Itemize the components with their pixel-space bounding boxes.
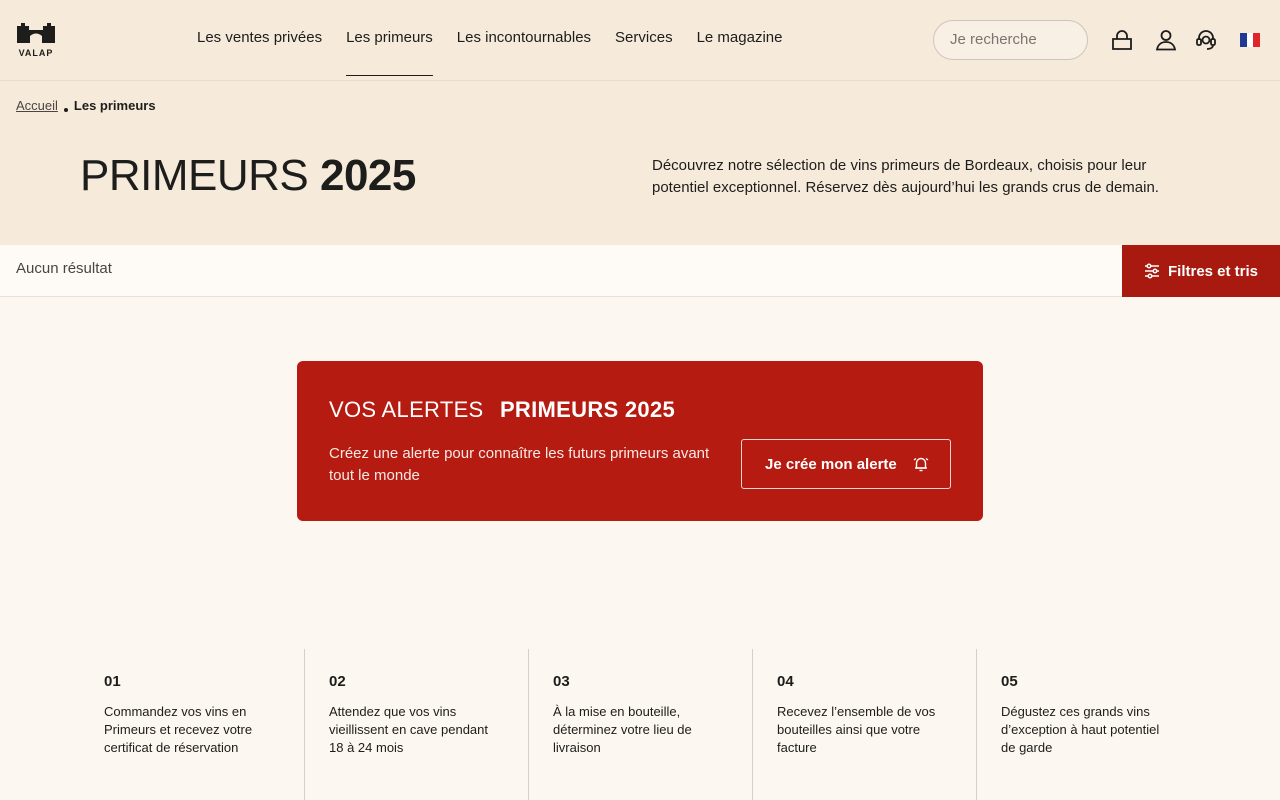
main-nav: Les ventes privées Les primeurs Les inco… xyxy=(197,0,806,80)
bag-icon[interactable] xyxy=(1110,28,1134,52)
bell-icon xyxy=(913,457,929,472)
hero-section: PRIMEURS 2025 Découvrez notre sélection … xyxy=(0,81,1280,245)
alert-title: VOS ALERTES PRIMEURS 2025 xyxy=(329,397,675,423)
primeur-steps: 01 Commandez vos vins en Primeurs et rec… xyxy=(80,649,1200,800)
nav-item-incontournables[interactable]: Les incontournables xyxy=(457,0,591,80)
step-item: 05 Dégustez ces grands vins d’exception … xyxy=(976,649,1200,800)
step-number: 03 xyxy=(553,673,570,690)
search-input[interactable]: Je recherche xyxy=(933,20,1088,60)
filters-button-label: Filtres et tris xyxy=(1167,262,1259,280)
nav-item-ventes-privees[interactable]: Les ventes privées xyxy=(197,0,322,80)
alert-title-bold: PRIMEURS 2025 xyxy=(499,397,676,422)
step-number: 02 xyxy=(329,673,346,690)
step-number: 01 xyxy=(104,673,121,690)
site-header: VALAP Les ventes privées Les primeurs Le… xyxy=(0,0,1280,81)
breadcrumb-separator xyxy=(63,107,68,112)
step-text: Recevez l’ensemble de vos bouteilles ain… xyxy=(777,704,936,755)
valap-logo[interactable]: VALAP xyxy=(16,22,56,58)
alert-title-light: VOS ALERTES xyxy=(329,397,484,422)
sliders-icon xyxy=(1144,263,1159,279)
page-title: PRIMEURS 2025 xyxy=(80,151,416,201)
filters-button[interactable]: Filtres et tris xyxy=(1122,245,1280,297)
hero-description: Découvrez notre sélection de vins primeu… xyxy=(652,157,1159,196)
alert-card: VOS ALERTES PRIMEURS 2025 Créez une aler… xyxy=(297,361,983,521)
result-count: Aucun résultat xyxy=(16,260,112,277)
breadcrumb: Accueil Les primeurs xyxy=(16,98,156,113)
step-item: 04 Recevez l’ensemble de vos bouteilles … xyxy=(752,649,976,800)
support-icon[interactable] xyxy=(1194,28,1218,52)
step-number: 05 xyxy=(1001,673,1018,690)
user-icon[interactable] xyxy=(1154,28,1178,52)
page-title-year: 2025 xyxy=(319,151,416,200)
logo-text: VALAP xyxy=(18,48,54,58)
step-item: 03 À la mise en bouteille, déterminez vo… xyxy=(528,649,752,800)
french-flag-icon[interactable] xyxy=(1240,33,1260,47)
nav-item-magazine[interactable]: Le magazine xyxy=(697,0,783,80)
alert-description: Créez une alerte pour connaître les futu… xyxy=(329,445,710,484)
results-toolbar: Aucun résultat Filtres et tris xyxy=(0,245,1280,297)
step-text: Dégustez ces grands vins d’exception à h… xyxy=(1001,704,1160,755)
nav-item-services[interactable]: Services xyxy=(615,0,673,80)
breadcrumb-current: Les primeurs xyxy=(73,98,156,113)
breadcrumb-home-link[interactable]: Accueil xyxy=(16,98,58,113)
nav-item-primeurs[interactable]: Les primeurs xyxy=(346,0,433,80)
step-text: Commandez vos vins en Primeurs et receve… xyxy=(104,704,253,755)
step-text: Attendez que vos vins vieillissent en ca… xyxy=(329,704,488,755)
step-number: 04 xyxy=(777,673,794,690)
step-item: 02 Attendez que vos vins vieillissent en… xyxy=(304,649,528,800)
castle-logo-icon xyxy=(17,23,55,43)
page-title-light: PRIMEURS xyxy=(80,151,309,200)
step-text: À la mise en bouteille, déterminez votre… xyxy=(553,704,692,755)
step-item: 01 Commandez vos vins en Primeurs et rec… xyxy=(80,649,304,800)
create-alert-button-label: Je crée mon alerte xyxy=(765,455,897,473)
create-alert-button[interactable]: Je crée mon alerte xyxy=(741,439,951,489)
